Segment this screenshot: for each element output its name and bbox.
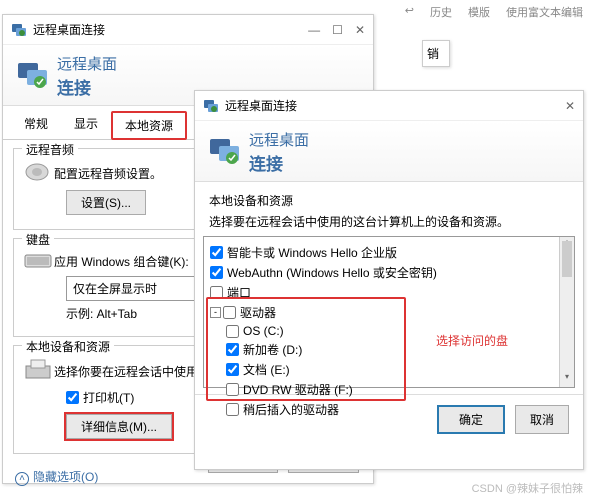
titlebar: 远程桌面连接 ✕ (195, 91, 583, 121)
printer-checkbox[interactable] (66, 391, 79, 404)
tree-label: 新加卷 (D:) (243, 341, 302, 358)
watermark: CSDN @辣妹子很怕辣 (472, 480, 583, 496)
tree-item[interactable]: 智能卡或 Windows Hello 企业版 (210, 244, 552, 261)
scrollbar-thumb[interactable] (562, 241, 572, 277)
details-button[interactable]: 详细信息(M)... (66, 414, 172, 439)
tab-display[interactable]: 显示 (61, 110, 111, 139)
tree-item[interactable]: - 驱动器 (210, 304, 552, 321)
tree-label: 稍后插入的驱动器 (243, 401, 339, 418)
kb-example: 示例: Alt+Tab (66, 305, 137, 322)
tree-checkbox[interactable] (226, 343, 239, 356)
printer-label: 打印机(T) (83, 389, 134, 406)
tb-item[interactable]: ↩ (405, 4, 414, 20)
kb-combo-select[interactable]: 仅在全屏显示时 (66, 276, 206, 301)
rdc-header: 远程桌面 连接 (195, 121, 583, 182)
title-text: 远程桌面连接 (225, 97, 297, 114)
tree-expander-icon[interactable]: - (210, 307, 221, 318)
tree-checkbox[interactable] (226, 403, 239, 416)
legend: 键盘 (22, 231, 54, 248)
tree-label: 文档 (E:) (243, 361, 290, 378)
tree-label: 智能卡或 Windows Hello 企业版 (227, 244, 397, 261)
tab-general[interactable]: 常规 (11, 110, 61, 139)
tree-label: WebAuthn (Windows Hello 或安全密钥) (227, 264, 437, 281)
rdc-title-icon (11, 22, 27, 38)
device-tree: 智能卡或 Windows Hello 企业版 WebAuthn (Windows … (203, 236, 575, 388)
tree-label: OS (C:) (243, 324, 284, 338)
printer-icon (24, 358, 54, 385)
header-line2: 连接 (249, 150, 309, 175)
header-line1: 远程桌面 (249, 129, 309, 150)
tab-local-resources[interactable]: 本地资源 (111, 111, 187, 140)
titlebar: 远程桌面连接 — ☐ ✕ (3, 15, 373, 45)
scrollbar[interactable]: ▴ ▾ (559, 237, 574, 387)
header-line2: 连接 (57, 74, 117, 99)
keyboard-icon (24, 251, 54, 272)
rdc-logo-icon (209, 136, 241, 168)
tb-item[interactable]: 历史 (430, 4, 452, 20)
header-line1: 远程桌面 (57, 53, 117, 74)
scroll-down-icon[interactable]: ▾ (560, 372, 574, 387)
tree-label: DVD RW 驱动器 (F:) (243, 381, 353, 398)
rdc-details-dialog: 远程桌面连接 ✕ 远程桌面 连接 本地设备和资源 选择要在远程会话中使用的这台计… (194, 90, 584, 470)
tree-item[interactable]: DVD RW 驱动器 (F:) (226, 381, 552, 398)
title-text: 远程桌面连接 (33, 21, 105, 38)
audio-settings-button[interactable]: 设置(S)... (66, 190, 146, 215)
tree-checkbox[interactable] (210, 246, 223, 259)
tree-checkbox[interactable] (226, 325, 239, 338)
tree-checkbox[interactable] (223, 306, 236, 319)
minimize-button[interactable]: — (308, 23, 320, 37)
tree-item[interactable]: WebAuthn (Windows Hello 或安全密钥) (210, 264, 552, 281)
tree-item[interactable]: 文档 (E:) (226, 361, 552, 378)
rdc-logo-icon (17, 60, 49, 92)
tree-label: 驱动器 (240, 304, 276, 321)
aux-button[interactable]: 销 (422, 40, 450, 67)
tb-item[interactable]: 使用富文本编辑 (506, 4, 583, 20)
section-desc: 选择要在远程会话中使用的这台计算机上的设备和资源。 (209, 213, 569, 230)
tree-item[interactable]: 端口 (210, 284, 552, 301)
chevron-up-icon: ˄ (15, 472, 29, 486)
top-toolbar: ↩ 历史 模版 使用富文本编辑 (397, 0, 591, 24)
tb-item[interactable]: 模版 (468, 4, 490, 20)
annotation-text: 选择访问的盘 (436, 332, 508, 349)
close-button[interactable]: ✕ (355, 23, 365, 37)
rdc-title-icon (203, 98, 219, 114)
tree-checkbox[interactable] (210, 266, 223, 279)
speaker-icon (24, 161, 54, 186)
maximize-button[interactable]: ☐ (332, 23, 343, 37)
legend: 本地设备和资源 (22, 338, 114, 355)
section-title: 本地设备和资源 (209, 192, 569, 209)
tree-checkbox[interactable] (226, 363, 239, 376)
tree-label: 端口 (227, 284, 251, 301)
close-button[interactable]: ✕ (565, 99, 575, 113)
tree-checkbox[interactable] (226, 383, 239, 396)
tree-item[interactable]: 稍后插入的驱动器 (226, 401, 552, 418)
legend: 远程音频 (22, 141, 78, 158)
tree-checkbox[interactable] (210, 286, 223, 299)
